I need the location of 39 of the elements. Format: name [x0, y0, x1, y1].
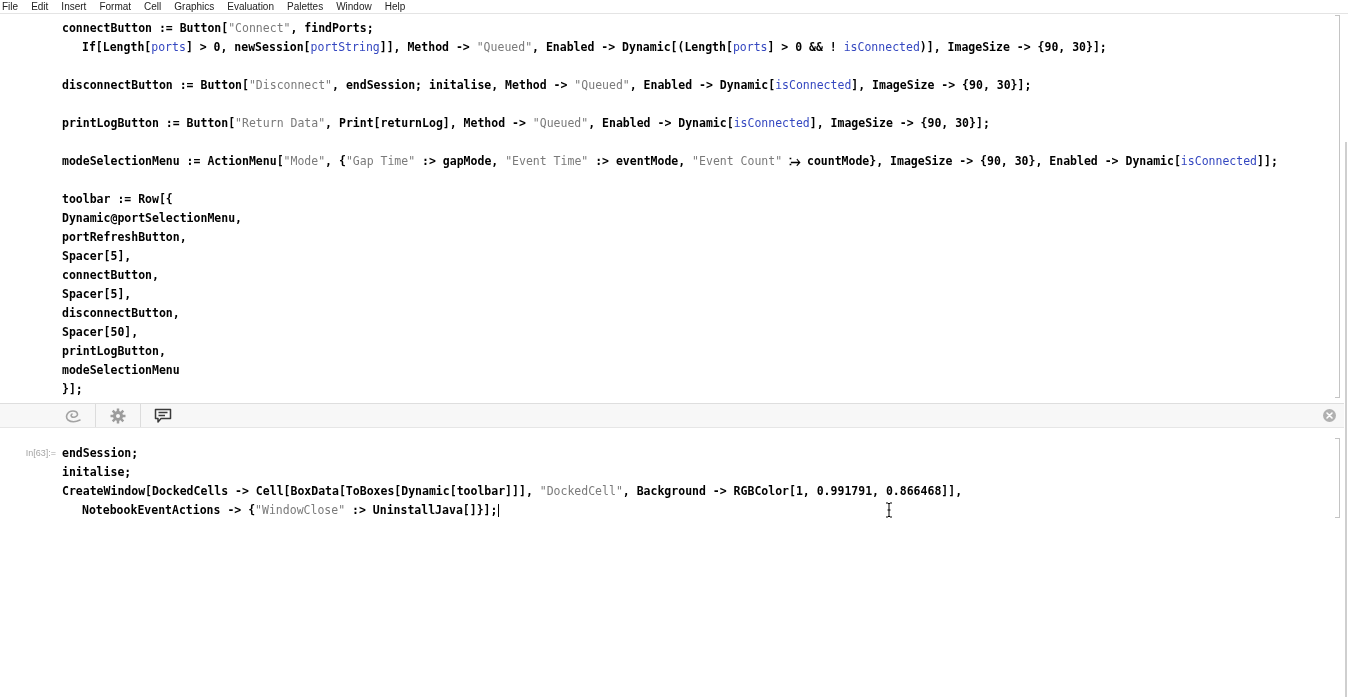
code-line: connectButton,	[62, 267, 159, 284]
code-line: modeSelectionMenu	[62, 362, 180, 379]
code-line: connectButton := Button["Connect", findPorts;	[62, 20, 374, 37]
menu-item[interactable]: Evaluation	[227, 0, 274, 13]
code-line: Spacer[50],	[62, 324, 139, 341]
menu-item[interactable]: Cell	[144, 0, 162, 13]
code-line: CreateWindow[DockedCells -> Cell[BoxData[ToBoxes[Dynamic[toolbar]]], "DockedCell", Background -> RGBColor[1, 0.991791, 0.866468]],	[62, 483, 963, 500]
code-line: printLogButton := Button["Return Data", Print[returnLog], Method -> "Queued", Enabled -> Dynamic[isConnected], ImageSize -> {90, 30}];	[62, 115, 990, 132]
menu-item[interactable]: Palettes	[287, 0, 324, 13]
text-cursor-icon	[885, 502, 893, 518]
code-line: If[Length[ports] > 0, newSession[portString]], Method -> "Queued", Enabled -> Dynamic[(Length[ports] > 0 && ! isConnected)], ImageSize -> {90, 30}];	[82, 39, 1107, 56]
menu-item[interactable]: Help	[384, 0, 406, 13]
code-line: Dynamic@portSelectionMenu,	[62, 210, 242, 227]
scrollbar-thumb[interactable]	[1345, 142, 1347, 697]
swirl-icon[interactable]	[64, 407, 82, 424]
menu-item[interactable]: Format	[99, 0, 132, 13]
code-line: disconnectButton,	[62, 305, 180, 322]
menu-item[interactable]: Graphics	[174, 0, 215, 13]
menu-item[interactable]: Window	[336, 0, 372, 13]
close-icon[interactable]	[1323, 409, 1336, 422]
gear-icon[interactable]	[110, 407, 126, 424]
code-line: disconnectButton := Button["Disconnect", endSession; initalise, Method -> "Queued", Enabled -> Dynamic[isConnected], ImageSize -> {90, 30}];	[62, 77, 1032, 94]
code-line: Spacer[5],	[62, 286, 132, 303]
comment-icon[interactable]	[154, 407, 172, 424]
code-line: endSession;	[62, 445, 139, 462]
code-line: NotebookEventActions -> {"WindowClose" :> UninstallJava[]}];	[82, 502, 498, 519]
cell-bracket[interactable]	[1335, 438, 1340, 518]
menu-item[interactable]: Edit	[31, 0, 49, 13]
input-label: In[63]:=	[25, 447, 57, 460]
menu-item[interactable]: Insert	[61, 0, 87, 13]
code-line: }];	[62, 381, 83, 398]
code-line: Spacer[5],	[62, 248, 132, 265]
code-line: initalise;	[62, 464, 132, 481]
code-line: printLogButton,	[62, 343, 166, 360]
code-line: modeSelectionMenu := ActionMenu["Mode", {"Gap Time" :> gapMode, "Event Time" :> eventMode, "Event Count" ⧴ countMode}, ImageSize -> {90, 30}, Enabled -> Dynamic[isConnected]];	[62, 153, 1278, 170]
menu-item[interactable]: File	[2, 0, 19, 13]
code-line: toolbar := Row[{	[62, 191, 173, 208]
code-line: portRefreshButton,	[62, 229, 187, 246]
cell-bracket[interactable]	[1335, 15, 1340, 398]
